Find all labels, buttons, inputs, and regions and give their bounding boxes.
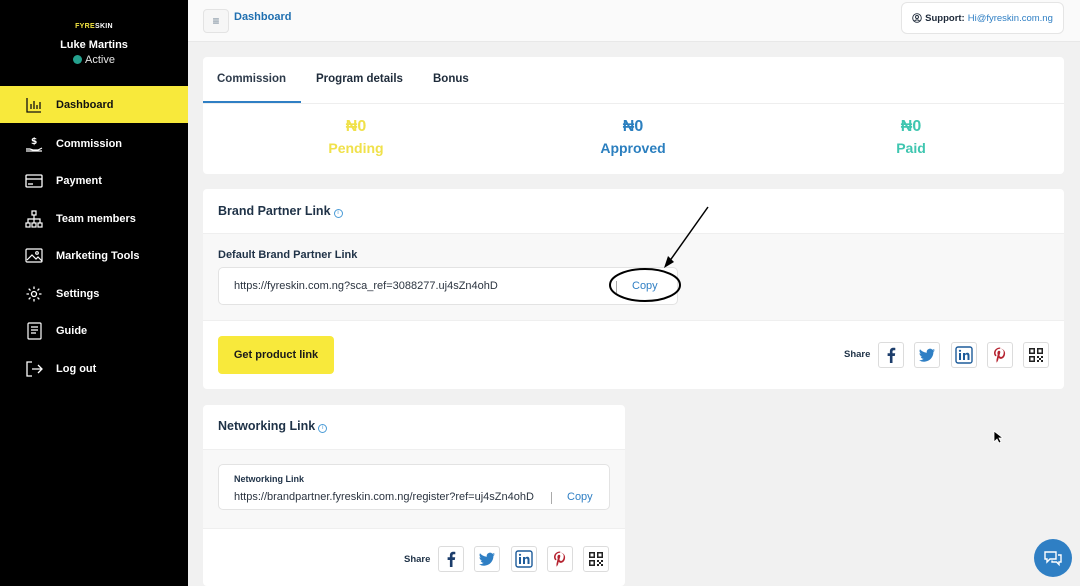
separator <box>616 281 617 293</box>
sidebar-item-guide[interactable]: Guide <box>0 312 188 349</box>
card-icon <box>25 172 43 190</box>
status-dot-icon <box>73 55 83 64</box>
mouse-cursor-icon <box>993 430 1003 444</box>
twitter-icon <box>479 552 495 566</box>
copy-button[interactable]: Copy <box>567 491 593 503</box>
section-title: Networking Link i <box>218 419 328 433</box>
field-label: Networking Link <box>234 474 305 484</box>
brand-partner-card: Brand Partner Link i Default Brand Partne… <box>203 189 1064 389</box>
sidebar-item-logout[interactable]: Log out <box>0 350 188 387</box>
stat-label: Paid <box>896 140 926 156</box>
support-contact[interactable]: Support: Hi@fyreskin.com.ng <box>901 2 1064 34</box>
link-url[interactable]: https://fyreskin.com.ng?sca_ref=3088277.… <box>234 280 604 292</box>
share-pinterest-button[interactable] <box>547 546 573 572</box>
field-label: Default Brand Partner Link <box>218 249 358 261</box>
stat-amount: ₦0 <box>622 118 644 135</box>
support-email-link[interactable]: Hi@fyreskin.com.ng <box>968 13 1053 24</box>
sidebar: FYRESKIN Luke Martins Active Dashboard $… <box>0 0 188 586</box>
networking-link-field: Networking Link https://brandpartner.fyr… <box>218 464 610 510</box>
section-title: Brand Partner Link i <box>218 204 343 218</box>
separator <box>551 492 552 504</box>
active-tab-indicator <box>203 101 301 103</box>
chat-button[interactable] <box>1034 539 1072 577</box>
support-label: Support: <box>925 12 965 24</box>
share-label: Share <box>404 554 431 565</box>
copy-button[interactable]: Copy <box>632 280 658 292</box>
share-facebook-button[interactable] <box>438 546 464 572</box>
user-name: Luke Martins <box>60 39 128 51</box>
sidebar-item-settings[interactable]: Settings <box>0 275 188 312</box>
tab-program-details[interactable]: Program details <box>316 73 403 85</box>
pinterest-icon <box>994 347 1006 363</box>
sidebar-item-commission[interactable]: $ Commission <box>0 125 188 162</box>
get-product-link-button[interactable]: Get product link <box>218 336 334 374</box>
hierarchy-icon <box>25 209 43 228</box>
sidebar-item-dashboard[interactable]: Dashboard <box>0 86 188 123</box>
stat-paid: ₦0 Paid <box>811 118 1011 156</box>
stat-label: Approved <box>600 140 666 156</box>
link-url[interactable]: https://brandpartner.fyreskin.com.ng/reg… <box>234 491 539 503</box>
tab-commission[interactable]: Commission <box>217 73 286 85</box>
stat-amount: ₦0 <box>345 118 367 135</box>
share-qr-button[interactable] <box>583 546 609 572</box>
brand-partner-link-field: https://fyreskin.com.ng?sca_ref=3088277.… <box>218 267 678 305</box>
share-facebook-button[interactable] <box>878 342 904 368</box>
info-icon[interactable]: i <box>333 209 343 218</box>
user-status: Active <box>0 54 188 66</box>
facebook-icon <box>887 347 896 363</box>
chat-bubbles-icon <box>1044 551 1062 567</box>
sidebar-item-marketing-tools[interactable]: Marketing Tools <box>0 237 188 274</box>
share-linkedin-button[interactable] <box>511 546 537 572</box>
networking-link-section: Networking Link https://brandpartner.fyr… <box>203 449 625 529</box>
svg-text:$: $ <box>31 137 37 147</box>
linkedin-icon <box>955 346 973 364</box>
hamburger-icon: ≡ <box>212 14 220 28</box>
menu-toggle-button[interactable]: ≡ <box>203 9 229 33</box>
stat-approved: ₦0 Approved <box>533 118 733 156</box>
sidebar-item-payment[interactable]: Payment <box>0 162 188 199</box>
commission-summary-card: Commission Program details Bonus ₦0 Pend… <box>203 57 1064 174</box>
brand-logo: FYRESKIN <box>75 23 113 30</box>
hand-dollar-icon: $ <box>25 135 43 153</box>
twitter-icon <box>919 348 935 362</box>
topbar: ≡ Dashboard Support: Hi@fyreskin.com.ng <box>188 0 1080 42</box>
user-circle-icon <box>912 13 922 23</box>
share-pinterest-button[interactable] <box>987 342 1013 368</box>
pinterest-icon <box>554 551 566 567</box>
qr-code-icon <box>589 552 603 566</box>
share-label: Share <box>844 349 871 360</box>
stat-label: Pending <box>328 140 384 156</box>
share-twitter-button[interactable] <box>914 342 940 368</box>
chart-icon <box>25 96 43 114</box>
linkedin-icon <box>515 550 533 568</box>
info-icon[interactable]: i <box>318 424 328 433</box>
image-icon <box>25 247 43 265</box>
stat-pending: ₦0 Pending <box>256 118 456 156</box>
sidebar-item-team-members[interactable]: Team members <box>0 200 188 237</box>
tabs-divider <box>203 103 1064 104</box>
facebook-icon <box>447 551 456 567</box>
share-twitter-button[interactable] <box>474 546 500 572</box>
gear-icon <box>25 285 43 303</box>
share-qr-button[interactable] <box>1023 342 1049 368</box>
stat-amount: ₦0 <box>900 118 922 135</box>
brand-partner-link-section: Default Brand Partner Link https://fyres… <box>203 233 1064 321</box>
book-icon <box>25 321 43 340</box>
networking-card: Networking Link i Networking Link https:/… <box>203 405 625 586</box>
logout-icon <box>25 360 43 378</box>
tab-bonus[interactable]: Bonus <box>433 73 469 85</box>
share-linkedin-button[interactable] <box>951 342 977 368</box>
qr-code-icon <box>1029 348 1043 362</box>
page-title: Dashboard <box>234 11 292 23</box>
